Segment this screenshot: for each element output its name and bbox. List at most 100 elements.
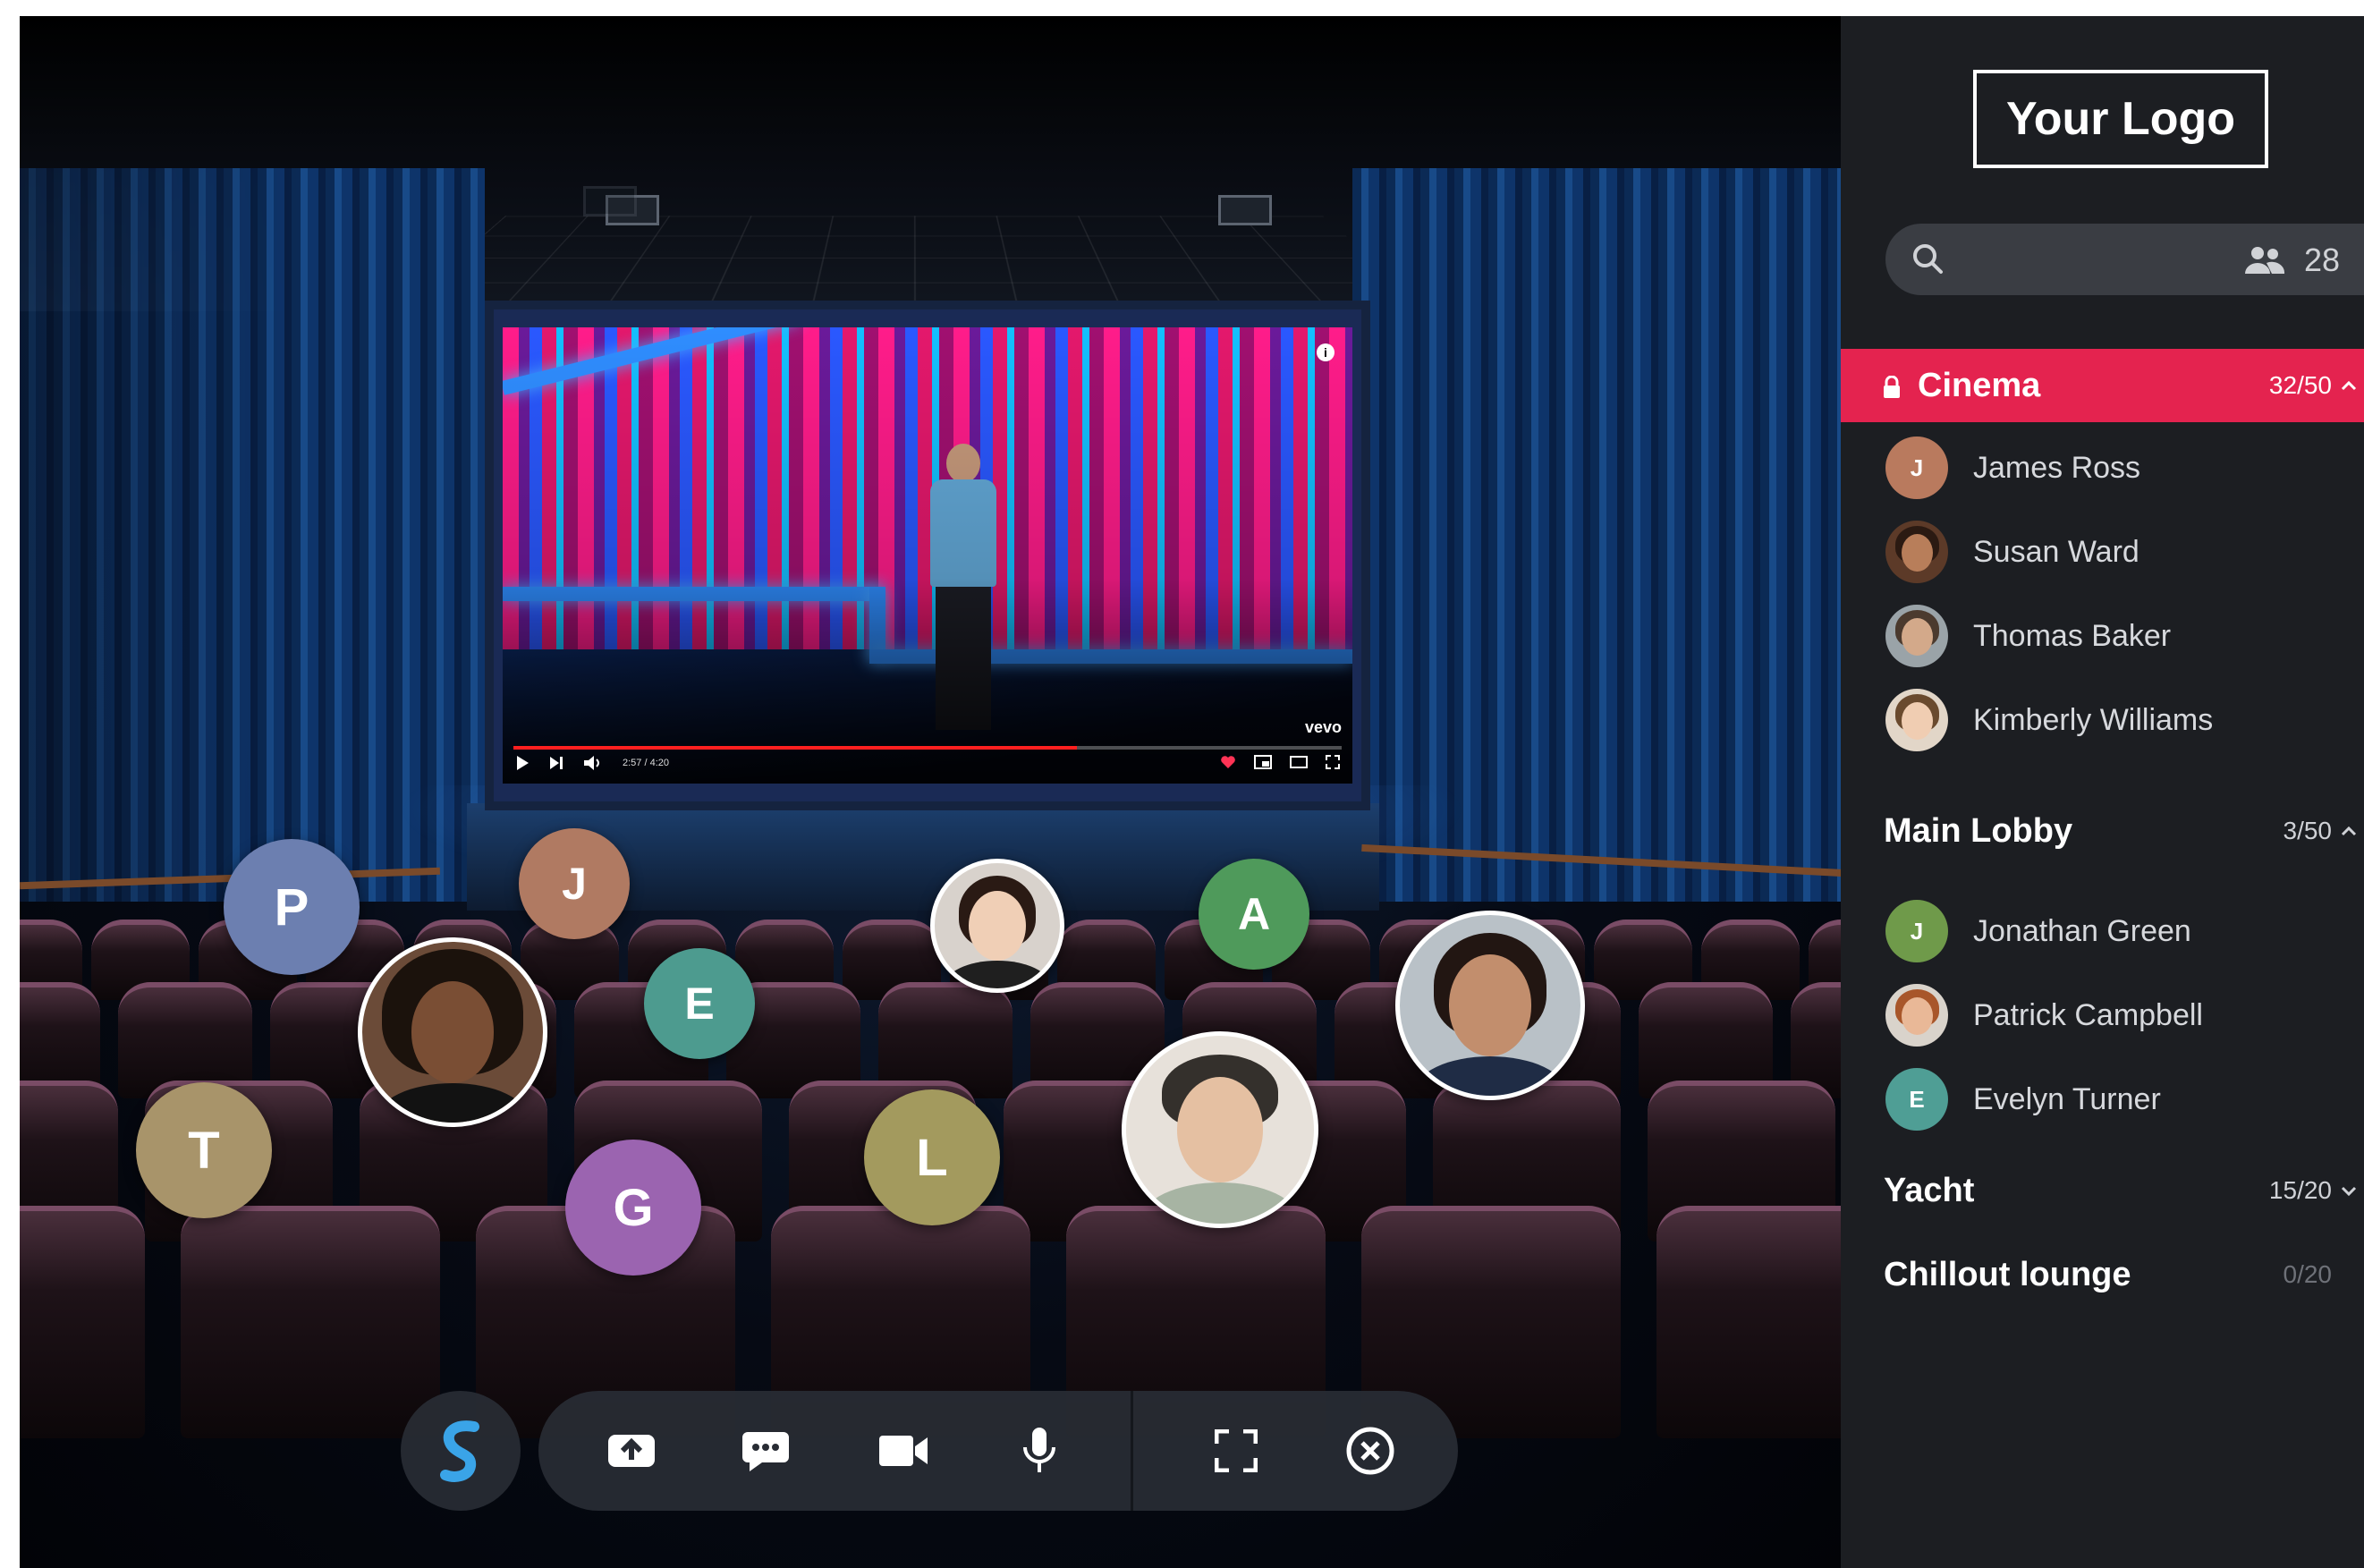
member-item[interactable]: E Evelyn Turner xyxy=(1885,1068,2351,1131)
member-item[interactable]: Susan Ward xyxy=(1885,521,2351,583)
theater-seat xyxy=(1656,1206,1841,1438)
member-name: Thomas Baker xyxy=(1973,618,2172,653)
camera-icon xyxy=(879,1436,928,1466)
member-avatar-photo xyxy=(1885,984,1948,1047)
share-screen-icon xyxy=(608,1435,655,1467)
room-name: Yacht xyxy=(1884,1171,1975,1209)
member-item[interactable]: J Jonathan Green xyxy=(1885,900,2351,962)
play-icon[interactable] xyxy=(515,755,530,771)
ceiling-vent xyxy=(1218,195,1272,225)
share-screen-button[interactable] xyxy=(578,1391,685,1511)
chevron-up-icon[interactable] xyxy=(2339,794,2359,868)
room-capacity: 32/50 xyxy=(2268,371,2332,399)
video-progress-fill xyxy=(513,746,1077,750)
avatar-initial: J xyxy=(1910,453,1924,481)
volume-icon[interactable] xyxy=(583,755,603,771)
room-cinema[interactable]: Cinema 32/50 xyxy=(1841,349,2364,422)
room-yacht[interactable]: Yacht 15/20 xyxy=(1841,1154,2364,1227)
app-logo-icon xyxy=(440,1420,479,1482)
room-capacity: 15/20 xyxy=(2268,1176,2332,1204)
ceiling-tiles xyxy=(395,216,1433,311)
video-fullscreen-icon[interactable] xyxy=(1326,755,1340,769)
avatar-initial: L xyxy=(916,1128,948,1187)
avatar-initial: E xyxy=(1909,1085,1925,1113)
online-count: 28 xyxy=(2304,242,2341,278)
member-avatar: J xyxy=(1885,900,1948,962)
participant-avatar-p[interactable]: P xyxy=(224,839,360,975)
participant-video-avatar[interactable] xyxy=(358,937,547,1127)
people-icon xyxy=(2245,247,2285,274)
fullscreen-button[interactable] xyxy=(1182,1391,1290,1511)
lock-icon xyxy=(1884,376,1900,398)
toolbar-divider xyxy=(1131,1391,1133,1511)
member-item[interactable]: Patrick Campbell xyxy=(1885,984,2351,1047)
video-time: 2:57 / 4:20 xyxy=(623,758,669,768)
video-shade xyxy=(503,327,1352,784)
chevron-down-icon[interactable] xyxy=(2339,1154,2359,1227)
member-name: Kimberly Williams xyxy=(1973,702,2214,737)
miniplayer-icon[interactable] xyxy=(1254,755,1272,769)
avatar-initial: E xyxy=(684,979,715,1029)
video-progress-bar[interactable] xyxy=(513,746,1342,750)
ceiling-vent xyxy=(583,186,637,216)
video-player[interactable]: i vevo 2:57 / 4:20 xyxy=(503,327,1352,784)
theater-seat xyxy=(20,1206,145,1438)
search-bar[interactable]: 28 xyxy=(1885,224,2364,295)
participant-avatar-j[interactable]: J xyxy=(519,828,630,939)
chat-icon xyxy=(742,1432,789,1471)
room-name: Chillout lounge xyxy=(1884,1255,2131,1293)
avatar-initial: A xyxy=(1237,889,1271,939)
member-avatar: J xyxy=(1885,436,1948,499)
microphone-button[interactable] xyxy=(986,1391,1093,1511)
member-name: Patrick Campbell xyxy=(1973,997,2203,1032)
room-main-lobby[interactable]: Main Lobby 3/50 xyxy=(1841,794,2364,868)
member-item[interactable]: J James Ross xyxy=(1885,436,2351,499)
avatar-initial: G xyxy=(613,1178,654,1237)
next-icon[interactable] xyxy=(549,756,563,770)
leave-icon xyxy=(1346,1427,1394,1475)
fullscreen-icon xyxy=(1215,1429,1258,1472)
avatar-initial: P xyxy=(274,877,309,937)
microphone-icon xyxy=(1023,1428,1055,1472)
member-avatar-photo xyxy=(1885,689,1948,751)
member-name: Jonathan Green xyxy=(1973,913,2191,948)
chevron-up-icon[interactable] xyxy=(2339,349,2359,422)
participant-avatar-g[interactable]: G xyxy=(565,1140,701,1276)
participant-avatar-t[interactable]: T xyxy=(136,1082,272,1218)
avatar-initial: J xyxy=(1910,917,1924,945)
leave-button[interactable] xyxy=(1317,1391,1424,1511)
avatar-initial: J xyxy=(562,859,587,909)
chat-button[interactable] xyxy=(712,1391,819,1511)
search-input[interactable] xyxy=(1966,238,2190,281)
brand-logo: Your Logo xyxy=(1973,70,2268,168)
member-name: Susan Ward xyxy=(1973,534,2139,569)
member-item[interactable]: Kimberly Williams xyxy=(1885,689,2351,751)
heart-icon[interactable] xyxy=(1220,755,1236,769)
participant-video-avatar[interactable] xyxy=(1122,1031,1318,1228)
member-item[interactable]: Thomas Baker xyxy=(1885,605,2351,667)
video-controls: 2:57 / 4:20 xyxy=(503,742,1352,784)
call-toolbar xyxy=(538,1391,1458,1511)
avatar-initial: T xyxy=(188,1121,220,1180)
room-name: Cinema xyxy=(1918,366,2041,404)
member-avatar: E xyxy=(1885,1068,1948,1131)
room-chillout-lounge[interactable]: Chillout lounge 0/20 xyxy=(1841,1238,2364,1311)
rooms-sidebar: Your Logo 28 Cinema 32/50 J James Ross S… xyxy=(1841,16,2364,1568)
camera-button[interactable] xyxy=(850,1391,957,1511)
room-capacity: 3/50 xyxy=(2283,817,2333,844)
room-capacity: 0/20 xyxy=(2283,1260,2333,1288)
participant-avatar-l[interactable]: L xyxy=(864,1089,1000,1225)
member-name: Evelyn Turner xyxy=(1973,1081,2161,1116)
search-icon xyxy=(1913,244,1943,274)
member-avatar-photo xyxy=(1885,521,1948,583)
video-watermark: vevo xyxy=(1304,718,1342,736)
participant-avatar-a[interactable]: A xyxy=(1199,859,1309,970)
participant-video-avatar[interactable] xyxy=(1395,911,1585,1100)
room-name: Main Lobby xyxy=(1884,811,2073,850)
participant-avatar-e[interactable]: E xyxy=(644,948,755,1059)
member-name: James Ross xyxy=(1973,450,2141,485)
theater-mode-icon[interactable] xyxy=(1290,756,1308,768)
info-icon[interactable]: i xyxy=(1317,343,1335,361)
app-logo-button[interactable] xyxy=(401,1391,521,1511)
participant-video-avatar[interactable] xyxy=(930,859,1064,993)
